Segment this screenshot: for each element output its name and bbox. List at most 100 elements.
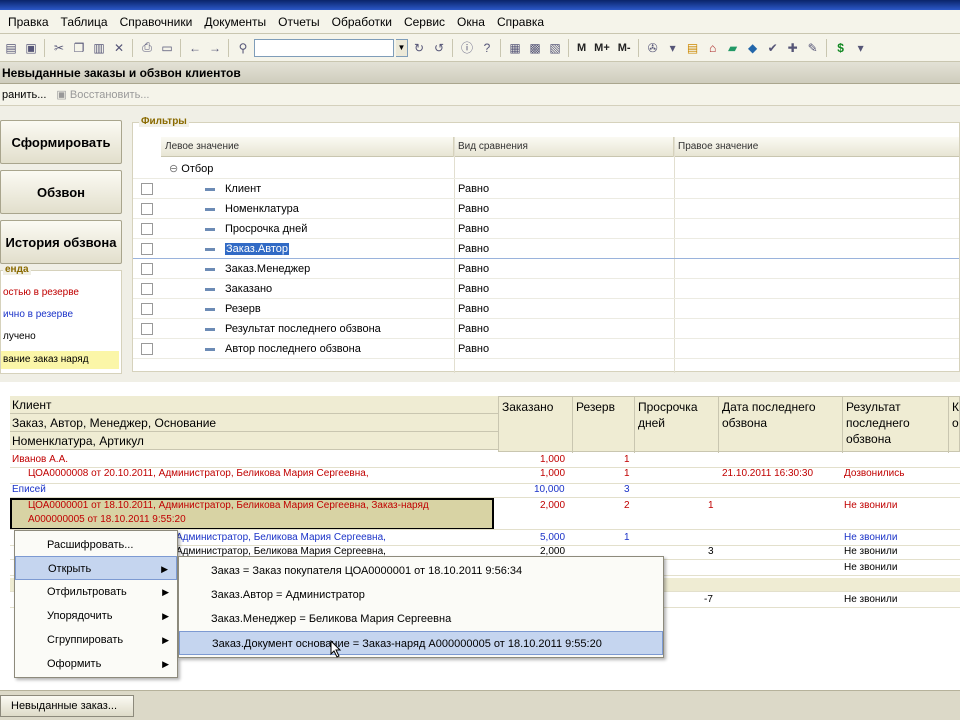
taskbar-window-button[interactable]: Невыданные заказ... (0, 695, 134, 717)
cash-icon[interactable]: ▰ (724, 39, 742, 57)
filter-comparison[interactable]: Равно (458, 339, 489, 359)
preview-icon[interactable]: ▭ (158, 39, 176, 57)
filter-checkbox[interactable] (141, 303, 153, 315)
filter-field: Заказ.Автор (225, 243, 289, 255)
menu-item-decode[interactable]: Расшифровать... (15, 533, 177, 557)
chevron-down-icon[interactable]: ▼ (396, 38, 408, 57)
submenu-item-author[interactable]: Заказ.Автор = Администратор (179, 583, 663, 607)
menu-edit[interactable]: Правка (2, 15, 55, 29)
table-row[interactable]: Еписей 10,000 3 (10, 484, 960, 498)
menu-service[interactable]: Сервис (398, 15, 451, 29)
row-order-continued: А000000005 от 18.10.2011 9:55:20 (28, 514, 186, 525)
filter-comparison[interactable]: Равно (458, 279, 489, 299)
table-row[interactable]: Иванов А.А. 1,000 1 (10, 454, 960, 468)
help-icon[interactable]: ? (478, 39, 496, 57)
collapse-icon[interactable]: ⊖ (169, 163, 178, 175)
filter-group-row[interactable]: ⊖ Отбор (133, 159, 959, 179)
back-icon[interactable]: ← (186, 39, 204, 57)
copy-icon[interactable]: ❐ (70, 39, 88, 57)
filter-checkbox[interactable] (141, 263, 153, 275)
filter-checkbox[interactable] (141, 223, 153, 235)
filter-row[interactable]: Просрочка дней Равно (133, 219, 959, 239)
find-prev-icon[interactable]: ↺ (430, 39, 448, 57)
call-history-button[interactable]: История обзвона (0, 220, 122, 264)
menu-table[interactable]: Таблица (55, 15, 114, 29)
submenu-item-order[interactable]: Заказ = Заказ покупателя ЦОА0000001 от 1… (179, 559, 663, 583)
menu-windows[interactable]: Окна (451, 15, 491, 29)
paste-icon[interactable]: ▥ (90, 39, 108, 57)
menu-documents[interactable]: Документы (198, 15, 272, 29)
menu-item-group[interactable]: Сгруппировать ▶ (15, 628, 177, 652)
calculator-icon[interactable]: ▩ (526, 39, 544, 57)
filter-checkbox[interactable] (141, 283, 153, 295)
memory-button[interactable]: M (574, 39, 589, 57)
filter-row[interactable]: Заказ.Менеджер Равно (133, 259, 959, 279)
menu-item-format[interactable]: Оформить ▶ (15, 652, 177, 676)
column-right-value[interactable]: Правое значение (674, 137, 959, 157)
tools2-icon[interactable]: ✎ (804, 39, 822, 57)
clipboard-icon[interactable]: ▧ (546, 39, 564, 57)
menu-item-sort[interactable]: Упорядочить ▶ (15, 604, 177, 628)
column-comparison[interactable]: Вид сравнения (454, 137, 674, 157)
filter-comparison[interactable]: Равно (458, 219, 489, 239)
memory-minus-button[interactable]: M- (615, 39, 634, 57)
reports-icon[interactable]: ▤ (684, 39, 702, 57)
row-overdue: 1 (708, 500, 714, 511)
filter-comparison[interactable]: Равно (458, 199, 489, 219)
save-settings-button[interactable]: ранить... (2, 89, 46, 101)
filter-row[interactable]: Номенклатура Равно (133, 199, 959, 219)
calendar-icon[interactable]: ▦ (506, 39, 524, 57)
submenu-item-base-document[interactable]: Заказ.Документ основание = Заказ-наряд А… (179, 631, 663, 655)
delete-icon[interactable]: ✕ (110, 39, 128, 57)
open-icon[interactable]: ▤ (2, 39, 20, 57)
filter-checkbox[interactable] (141, 343, 153, 355)
menu-catalogs[interactable]: Справочники (114, 15, 199, 29)
tools-icon[interactable]: ✇ (644, 39, 662, 57)
column-left-value[interactable]: Левое значение (161, 137, 454, 157)
currency-icon[interactable]: $ (832, 39, 850, 57)
filter-row[interactable]: Клиент Равно (133, 179, 959, 199)
table-row[interactable]: ЦОА0000001 от 18.10.2011, Администратор,… (10, 500, 960, 514)
menu-item-open[interactable]: Открыть ▶ (15, 556, 177, 580)
filter-comparison[interactable]: Равно (458, 299, 489, 319)
chevron-down-icon[interactable]: ▾ (852, 39, 870, 57)
filter-comparison[interactable]: Равно (458, 319, 489, 339)
search-input[interactable] (254, 38, 394, 57)
find-next-icon[interactable]: ↻ (410, 39, 428, 57)
call-button[interactable]: Обзвон (0, 170, 122, 214)
filter-checkbox[interactable] (141, 183, 153, 195)
settings-icon[interactable]: ✔ (764, 39, 782, 57)
menu-item-filter[interactable]: Отфильтровать ▶ (15, 580, 177, 604)
filter-comparison[interactable]: Равно (458, 259, 489, 279)
filter-row[interactable]: Резерв Равно (133, 299, 959, 319)
filter-checkbox[interactable] (141, 203, 153, 215)
print-icon[interactable]: ⎙ (138, 39, 156, 57)
filter-checkbox[interactable] (141, 323, 153, 335)
submenu-item-manager[interactable]: Заказ.Менеджер = Беликова Мария Сергеевн… (179, 607, 663, 631)
menu-reports[interactable]: Отчеты (272, 15, 325, 29)
chevron-down-icon[interactable]: ▾ (664, 39, 682, 57)
generate-button[interactable]: Сформировать (0, 120, 122, 164)
filter-row-selected[interactable]: Заказ.Автор Равно (133, 239, 959, 259)
save-icon[interactable]: ▣ (22, 39, 40, 57)
forward-icon[interactable]: → (206, 39, 224, 57)
filter-row[interactable]: Автор последнего обзвона Равно (133, 339, 959, 359)
goods-icon[interactable]: ◆ (744, 39, 762, 57)
filter-row[interactable]: Результат последнего обзвона Равно (133, 319, 959, 339)
filter-comparison[interactable]: Равно (458, 239, 489, 259)
menu-processing[interactable]: Обработки (326, 15, 398, 29)
filter-checkbox[interactable] (141, 243, 153, 255)
filter-comparison[interactable]: Равно (458, 179, 489, 199)
restore-settings-button[interactable]: ▣ Восстановить... (56, 88, 149, 101)
menu-help[interactable]: Справка (491, 15, 550, 29)
memory-plus-button[interactable]: M+ (591, 39, 613, 57)
search-icon[interactable]: ⚲ (234, 39, 252, 57)
table-row[interactable]: А000000005 от 18.10.2011 9:55:20 (10, 514, 960, 530)
cut-icon[interactable]: ✂ (50, 39, 68, 57)
filter-row[interactable]: Заказано Равно (133, 279, 959, 299)
info-icon[interactable]: ⓘ (458, 39, 476, 57)
bank-icon[interactable]: ⌂ (704, 39, 722, 57)
table-row[interactable]: ЦОА0000008 от 20.10.2011, Администратор,… (10, 468, 960, 484)
service-icon[interactable]: ✚ (784, 39, 802, 57)
toolbar-separator (228, 38, 230, 57)
